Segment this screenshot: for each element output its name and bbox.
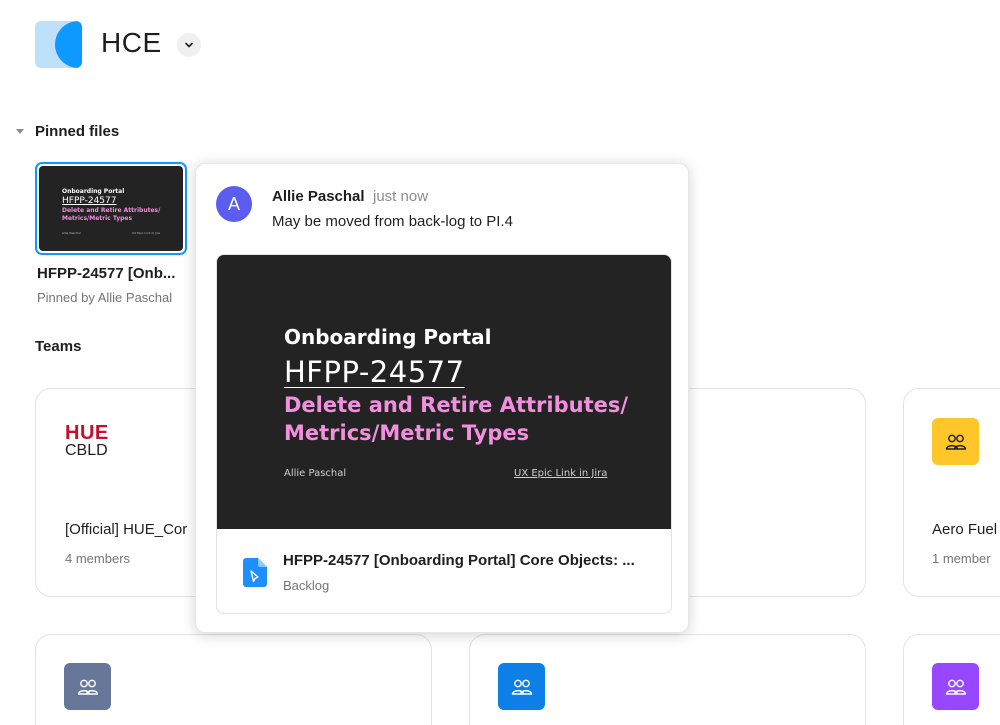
org-logo[interactable] (35, 21, 82, 68)
preview-code: HFPP-24577 (284, 355, 465, 389)
preview-author: Allie Paschal (284, 468, 347, 479)
collapse-caret-icon[interactable] (16, 129, 24, 134)
pinned-file-thumbnail[interactable]: Onboarding Portal HFPP-24577 Delete and … (35, 162, 187, 255)
pinned-by-label: Pinned by Allie Paschal (37, 290, 173, 305)
team-name[interactable]: [Official] HUE_Cor (65, 521, 187, 538)
people-icon (511, 679, 532, 695)
team-members: 4 members (65, 551, 131, 566)
comment-time: just now (373, 188, 429, 205)
thumb-subtitle: Delete and Retire Attributes/ Metrics/Me… (62, 207, 161, 222)
people-icon (77, 679, 98, 695)
thumb-title: Onboarding Portal (62, 188, 125, 195)
file-attachment-card[interactable]: Onboarding Portal HFPP-24577 Delete and … (216, 254, 672, 614)
comment-author[interactable]: Allie Paschal (272, 188, 365, 205)
thumb-link: UX Epic Link in Jira (131, 231, 160, 235)
figjam-file-icon (243, 558, 267, 587)
team-icon (498, 663, 545, 710)
file-preview[interactable]: Onboarding Portal HFPP-24577 Delete and … (217, 255, 671, 529)
pinned-file-popover: A Allie Paschal just now May be moved fr… (195, 163, 689, 633)
people-icon (945, 434, 966, 450)
avatar[interactable]: A (216, 186, 252, 222)
thumb-code: HFPP-24577 (62, 196, 117, 206)
team-name[interactable]: Aero Fuel (932, 521, 997, 538)
hue-cbld-logo: HUE CBLD (65, 422, 109, 459)
chevron-down-icon (185, 42, 193, 48)
file-title[interactable]: HFPP-24577 [Onboarding Portal] Core Obje… (283, 552, 653, 569)
preview-subtitle: Delete and Retire Attributes/ Metrics/Me… (284, 393, 629, 445)
teams-heading: Teams (35, 338, 82, 355)
team-icon (932, 418, 979, 465)
org-name[interactable]: HCE (101, 27, 162, 59)
team-members: 1 member (932, 551, 991, 566)
people-icon (945, 679, 966, 695)
org-dropdown-button[interactable] (177, 33, 201, 57)
pinned-file-name[interactable]: HFPP-24577 [Onb... (37, 265, 175, 282)
pinned-files-heading[interactable]: Pinned files (35, 123, 119, 140)
team-icon (64, 663, 111, 710)
preview-title: Onboarding Portal (284, 325, 492, 349)
comment-message: May be moved from back-log to PI.4 (272, 213, 513, 230)
thumb-author: Allie Paschal (62, 231, 81, 235)
team-icon (932, 663, 979, 710)
preview-link: UX Epic Link in Jira (514, 468, 608, 479)
file-project: Backlog (283, 578, 330, 593)
